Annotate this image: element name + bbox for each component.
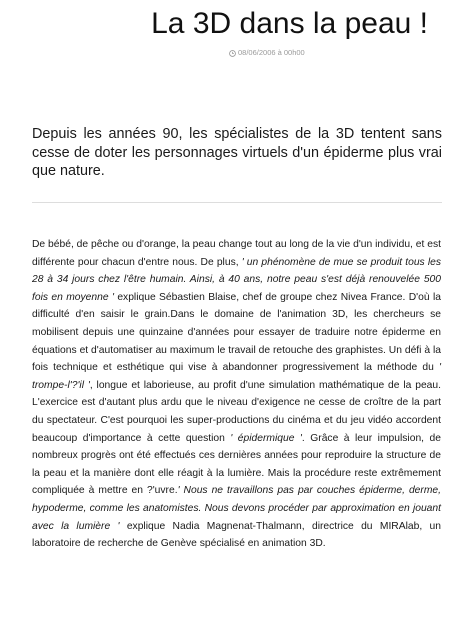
body-text-segment: explique Sébastien Blaise, chef de group… (32, 291, 441, 374)
divider (32, 202, 442, 203)
article-body: De bébé, de pêche ou d'orange, la peau c… (32, 236, 441, 553)
body-quote: ' épidermique ' (230, 432, 302, 444)
article-date-line: 08/06/2006 à 00h00 (229, 48, 305, 58)
clock-icon (229, 49, 236, 57)
article-title: La 3D dans la peau ! (151, 7, 428, 40)
article-lead: Depuis les années 90, les spécialistes d… (32, 126, 442, 179)
article-date: 08/06/2006 à 00h00 (238, 48, 305, 57)
